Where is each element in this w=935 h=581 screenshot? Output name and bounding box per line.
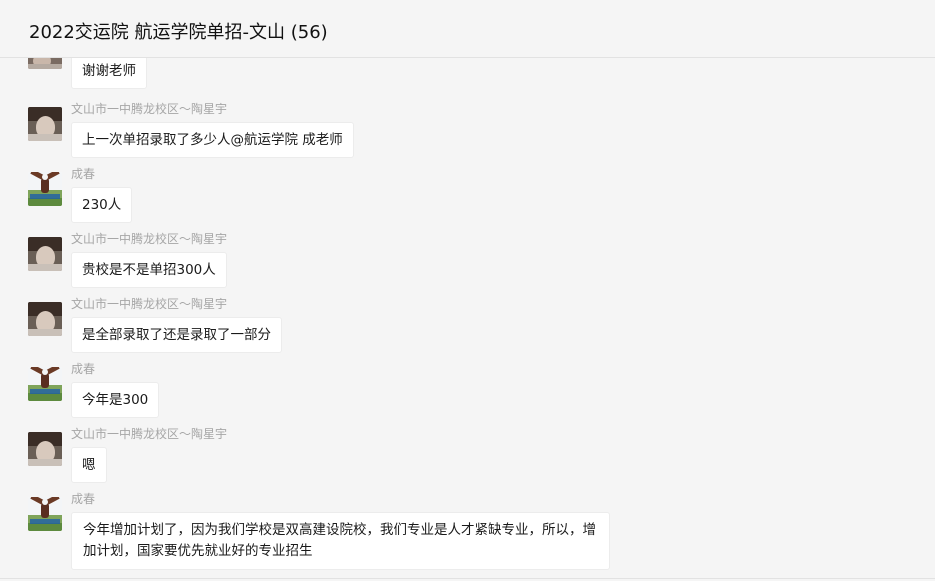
divider <box>0 578 935 579</box>
avatar[interactable] <box>28 107 62 141</box>
chat-header: 2022交运院 航运学院单招-文山 (56) <box>0 0 935 58</box>
sender-name: 文山市一中腾龙校区～陶星宇 <box>71 102 228 116</box>
message-bubble: 谢谢老师 <box>71 58 147 89</box>
avatar[interactable] <box>28 302 62 336</box>
message-bubble: 230人 <box>71 187 133 223</box>
message-bubble: 上一次单招录取了多少人@航运学院 成老师 <box>71 122 354 158</box>
avatar[interactable] <box>28 497 62 531</box>
avatar[interactable] <box>28 172 62 206</box>
avatar[interactable] <box>28 58 62 69</box>
sender-name: 成春 <box>71 362 96 376</box>
avatar[interactable] <box>28 237 62 271</box>
message-list[interactable]: 谢谢老师 文山市一中腾龙校区～陶星宇 上一次单招录取了多少人@航运学院 成老师 … <box>0 58 935 578</box>
message-bubble: 今年增加计划了，因为我们学校是双高建设院校，我们专业是人才紧缺专业，所以，增加计… <box>71 512 610 570</box>
chat-title: 2022交运院 航运学院单招-文山 (56) <box>29 22 328 43</box>
sender-name: 文山市一中腾龙校区～陶星宇 <box>71 232 228 246</box>
message-bubble: 贵校是不是单招300人 <box>71 252 227 288</box>
avatar[interactable] <box>28 367 62 401</box>
message-bubble: 是全部录取了还是录取了一部分 <box>71 317 282 353</box>
sender-name: 文山市一中腾龙校区～陶星宇 <box>71 297 228 311</box>
message-bubble: 今年是300 <box>71 382 160 418</box>
avatar[interactable] <box>28 432 62 466</box>
sender-name: 成春 <box>71 492 96 506</box>
sender-name: 成春 <box>71 167 96 181</box>
message-bubble: 嗯 <box>71 447 107 483</box>
sender-name: 文山市一中腾龙校区～陶星宇 <box>71 427 228 441</box>
